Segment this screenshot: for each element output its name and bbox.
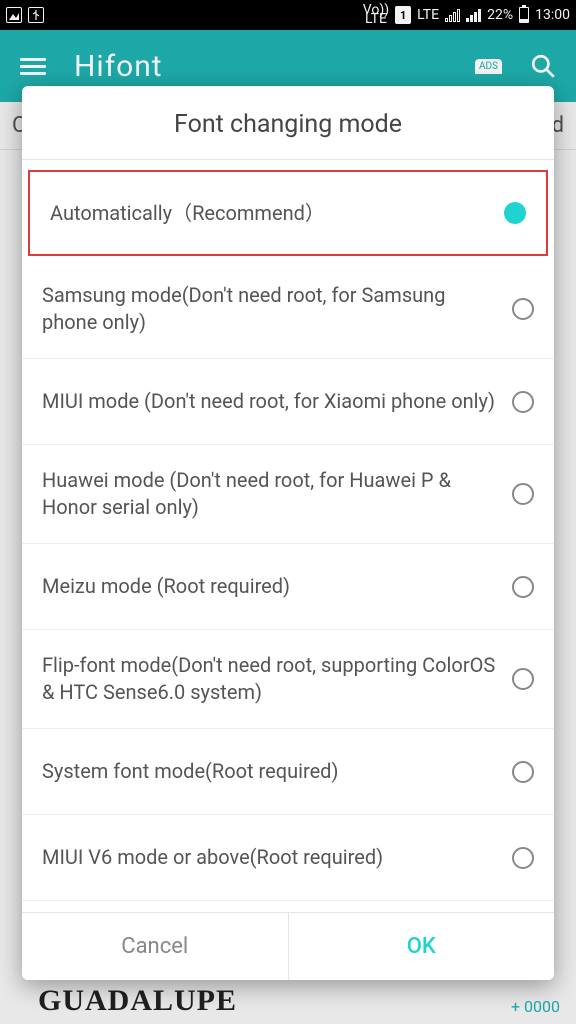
option-label: MIUI V6 mode or above(Root required) [42,844,500,871]
options-list: Automatically（Recommend） Samsung mode(Don… [22,160,554,912]
radio-icon[interactable] [504,202,526,224]
ok-button[interactable]: OK [289,913,555,980]
dialog-title: Font changing mode [22,86,554,160]
option-row-0[interactable]: Automatically（Recommend） [28,170,548,256]
option-label: System font mode(Root required) [42,758,500,785]
radio-icon[interactable] [512,298,534,320]
radio-icon[interactable] [512,668,534,690]
font-mode-dialog: Font changing mode Automatically（Recomme… [22,86,554,980]
dialog-actions: Cancel OK [22,912,554,980]
radio-icon[interactable] [512,761,534,783]
option-row-6[interactable]: System font mode(Root required) [22,729,554,815]
option-row-5[interactable]: Flip-font mode(Don't need root, supporti… [22,630,554,729]
option-row-3[interactable]: Huawei mode (Don't need root, for Huawei… [22,445,554,544]
radio-icon[interactable] [512,391,534,413]
option-row-1[interactable]: Samsung mode(Don't need root, for Samsun… [22,260,554,359]
option-label: Samsung mode(Don't need root, for Samsun… [42,282,500,336]
radio-icon[interactable] [512,483,534,505]
radio-icon[interactable] [512,847,534,869]
option-label: Huawei mode (Don't need root, for Huawei… [42,467,500,521]
option-row-8[interactable]: VIVO mode(Don't need root, for VIVO Funt… [22,901,554,912]
cancel-button[interactable]: Cancel [22,913,289,980]
option-row-2[interactable]: MIUI mode (Don't need root, for Xiaomi p… [22,359,554,445]
option-label: Automatically（Recommend） [50,200,492,227]
option-row-7[interactable]: MIUI V6 mode or above(Root required) [22,815,554,901]
option-label: Flip-font mode(Don't need root, supporti… [42,652,500,706]
option-label: MIUI mode (Don't need root, for Xiaomi p… [42,388,500,415]
option-label: Meizu mode (Root required) [42,573,500,600]
option-row-4[interactable]: Meizu mode (Root required) [22,544,554,630]
radio-icon[interactable] [512,576,534,598]
